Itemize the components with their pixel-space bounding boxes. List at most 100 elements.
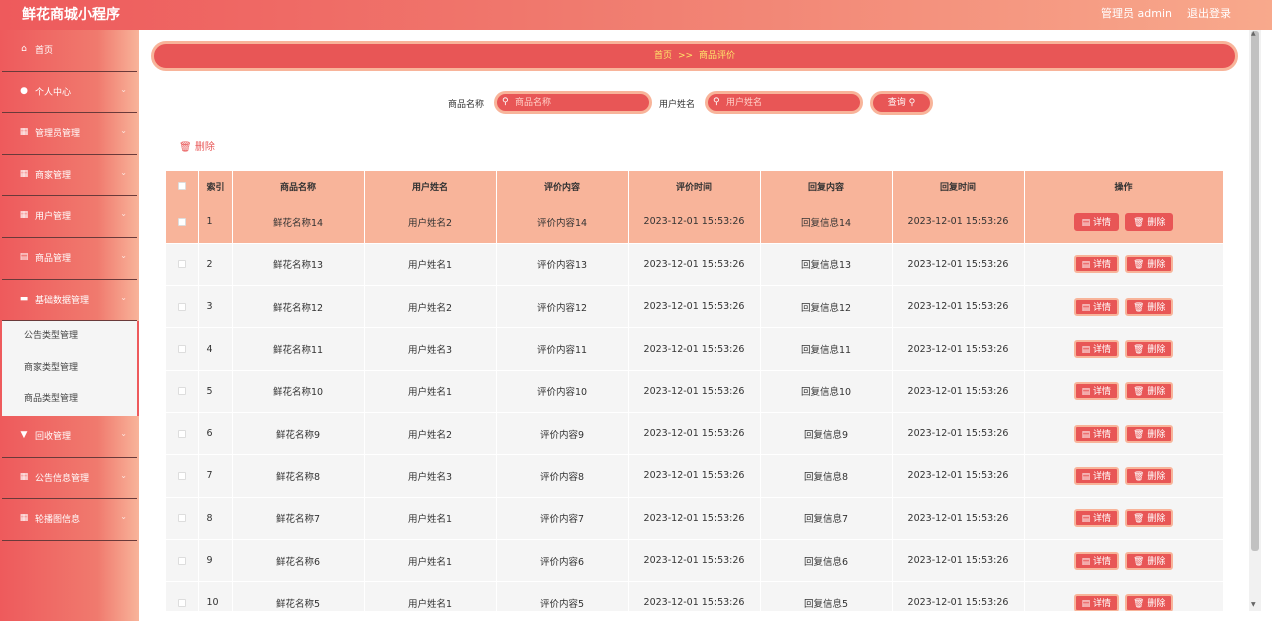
row-checkbox[interactable] bbox=[177, 302, 186, 311]
detail-button[interactable]: ▤ 详情 bbox=[1073, 551, 1120, 570]
sidebar-item-6[interactable]: ▬ 基础数据管理 ⌄ bbox=[2, 280, 137, 322]
app-title: 鲜花商城小程序 bbox=[22, 7, 120, 23]
cell-user: 用户姓名1 bbox=[364, 581, 497, 611]
cell-goods: 鲜花名称10 bbox=[232, 370, 365, 413]
sidebar-item-2[interactable]: ▦ 管理员管理 ⌄ bbox=[2, 113, 137, 155]
query-button[interactable]: 查询 ⚲ bbox=[870, 91, 933, 115]
row-actions: ▤ 详情 🗑 删除 bbox=[1024, 539, 1223, 583]
delete-button[interactable]: 🗑 删除 bbox=[1125, 509, 1174, 528]
delete-button[interactable]: 🗑 删除 bbox=[1125, 593, 1174, 611]
submenu-item[interactable]: 公告类型管理 bbox=[2, 321, 137, 353]
delete-button[interactable]: 🗑 删除 bbox=[1125, 255, 1174, 274]
detail-button[interactable]: ▤ 详情 bbox=[1073, 509, 1120, 528]
cell-reply-time: 2023-12-01 15:53:26 bbox=[892, 327, 1025, 371]
delete-button[interactable]: 🗑 删除 bbox=[1125, 466, 1174, 485]
row-checkbox[interactable] bbox=[177, 514, 186, 523]
submenu-item[interactable]: 商家类型管理 bbox=[2, 353, 137, 385]
delete-button[interactable]: 🗑 删除 bbox=[1125, 382, 1174, 401]
user-name-input[interactable] bbox=[726, 96, 846, 110]
cell-time: 2023-12-01 15:53:26 bbox=[628, 285, 761, 329]
row-actions: ▤ 详情 🗑 删除 bbox=[1024, 201, 1223, 244]
cell-reply-time: 2023-12-01 15:53:26 bbox=[892, 243, 1025, 287]
cell-reply: 回复信息14 bbox=[760, 201, 893, 244]
search-bar: 商品名称 ⚲ 用户姓名 ⚲ 查询 ⚲ bbox=[0, 91, 1249, 115]
cell-user: 用户姓名3 bbox=[364, 327, 497, 371]
sidebar-item-4[interactable]: ▦ 用户管理 ⌄ bbox=[2, 196, 137, 238]
cell-time: 2023-12-01 15:53:26 bbox=[628, 497, 761, 540]
scrollbar-thumb[interactable] bbox=[1251, 31, 1259, 551]
grid-icon: ▦ bbox=[19, 127, 29, 138]
column-header: 商品名称 bbox=[232, 171, 365, 201]
goods-name-search-field[interactable]: ⚲ bbox=[494, 91, 652, 114]
goods-name-input[interactable] bbox=[515, 96, 635, 110]
row-checkbox[interactable] bbox=[177, 556, 186, 565]
select-all-checkbox[interactable] bbox=[177, 181, 186, 190]
cell-goods: 鲜花名称6 bbox=[232, 539, 365, 583]
detail-button[interactable]: ▤ 详情 bbox=[1073, 255, 1120, 274]
table-row[interactable]: 6 鲜花名称9 用户姓名2 评价内容9 2023-12-01 15:53:26 回复信息9… bbox=[166, 412, 1223, 456]
sidebar-item-9[interactable]: ▦ 轮播图信息 ⌄ bbox=[2, 499, 137, 541]
cell-content: 评价内容13 bbox=[496, 243, 629, 287]
chevron-down-icon: ⌄ bbox=[120, 470, 127, 480]
breadcrumb-current: 商品评价 bbox=[699, 51, 736, 61]
sidebar-item-0[interactable]: ⌂ 首页 bbox=[2, 30, 137, 72]
cell-time: 2023-12-01 15:53:26 bbox=[628, 201, 761, 244]
table-row[interactable]: 9 鲜花名称6 用户姓名1 评价内容6 2023-12-01 15:53:26 回复信息6… bbox=[166, 539, 1223, 583]
detail-button[interactable]: ▤ 详情 bbox=[1073, 593, 1120, 611]
row-checkbox-cell bbox=[166, 454, 199, 498]
row-actions: ▤ 详情 🗑 删除 bbox=[1024, 243, 1223, 287]
row-checkbox[interactable] bbox=[177, 217, 186, 226]
delete-button[interactable]: 🗑 删除 bbox=[1125, 297, 1174, 316]
table-row[interactable]: 7 鲜花名称8 用户姓名3 评价内容8 2023-12-01 15:53:26 回复信息8… bbox=[166, 454, 1223, 498]
row-actions: ▤ 详情 🗑 删除 bbox=[1024, 581, 1223, 611]
row-checkbox[interactable] bbox=[177, 598, 186, 607]
delete-button[interactable]: 🗑 删除 bbox=[1125, 212, 1174, 231]
table-row[interactable]: 10 鲜花名称5 用户姓名1 评价内容5 2023-12-01 15:53:26 回复信息… bbox=[166, 581, 1223, 611]
submenu-item[interactable]: 商品类型管理 bbox=[2, 384, 137, 416]
logout-link[interactable]: 退出登录 bbox=[1187, 5, 1231, 21]
breadcrumb-home[interactable]: 首页 bbox=[654, 51, 672, 61]
cell-reply: 回复信息5 bbox=[760, 581, 893, 611]
delete-button[interactable]: 🗑 删除 bbox=[1125, 340, 1174, 359]
cell-time: 2023-12-01 15:53:26 bbox=[628, 539, 761, 583]
table-row[interactable]: 4 鲜花名称11 用户姓名3 评价内容11 2023-12-01 15:53:26 回复信… bbox=[166, 327, 1223, 371]
sidebar-item-label: 管理员管理 bbox=[35, 129, 81, 140]
chevron-down-icon: ⌄ bbox=[120, 167, 127, 177]
sidebar-item-8[interactable]: ▦ 公告信息管理 ⌄ bbox=[2, 458, 137, 500]
detail-button[interactable]: ▤ 详情 bbox=[1073, 297, 1120, 316]
detail-button[interactable]: ▤ 详情 bbox=[1073, 212, 1120, 231]
row-checkbox[interactable] bbox=[177, 471, 186, 480]
user-name-search-field[interactable]: ⚲ bbox=[705, 91, 863, 114]
row-checkbox[interactable] bbox=[177, 429, 186, 438]
table-row[interactable]: 5 鲜花名称10 用户姓名1 评价内容10 2023-12-01 15:53:26 回复信… bbox=[166, 370, 1223, 413]
bulk-delete-label: 删除 bbox=[194, 142, 215, 153]
detail-button[interactable]: ▤ 详情 bbox=[1073, 424, 1120, 443]
detail-button[interactable]: ▤ 详情 bbox=[1073, 340, 1120, 359]
row-checkbox[interactable] bbox=[177, 345, 186, 354]
row-index: 4 bbox=[198, 327, 233, 371]
row-checkbox-cell bbox=[166, 370, 199, 413]
table-row[interactable]: 3 鲜花名称12 用户姓名2 评价内容12 2023-12-01 15:53:26 回复信… bbox=[166, 285, 1223, 329]
row-checkbox[interactable] bbox=[177, 260, 186, 269]
row-index: 3 bbox=[198, 285, 233, 329]
column-header: 评价时间 bbox=[628, 171, 761, 201]
cell-user: 用户姓名1 bbox=[364, 539, 497, 583]
scroll-up-arrow-icon[interactable]: ▲ bbox=[1251, 30, 1256, 37]
cell-reply-time: 2023-12-01 15:53:26 bbox=[892, 412, 1025, 456]
delete-button[interactable]: 🗑 删除 bbox=[1125, 551, 1174, 570]
table-row[interactable]: 8 鲜花名称7 用户姓名1 评价内容7 2023-12-01 15:53:26 回复信息7… bbox=[166, 497, 1223, 540]
table-row[interactable]: 1 鲜花名称14 用户姓名2 评价内容14 2023-12-01 15:53:26 回复信… bbox=[166, 201, 1223, 244]
row-actions: ▤ 详情 🗑 删除 bbox=[1024, 497, 1223, 540]
bulk-delete-button[interactable]: 🗑 删除 bbox=[179, 138, 215, 153]
detail-button[interactable]: ▤ 详情 bbox=[1073, 466, 1120, 485]
table-row[interactable]: 2 鲜花名称13 用户姓名1 评价内容13 2023-12-01 15:53:26 回复信… bbox=[166, 243, 1223, 287]
detail-button[interactable]: ▤ 详情 bbox=[1073, 382, 1120, 401]
table-header-row: 索引 商品名称 用户姓名 评价内容 评价时间 回复内容 回复时间 操作 bbox=[166, 171, 1223, 201]
row-checkbox[interactable] bbox=[177, 387, 186, 396]
cell-reply: 回复信息6 bbox=[760, 539, 893, 583]
sidebar-item-7[interactable]: ▼ 回收管理 ⌄ bbox=[2, 416, 137, 458]
sidebar-item-3[interactable]: ▦ 商家管理 ⌄ bbox=[2, 155, 137, 197]
delete-button[interactable]: 🗑 删除 bbox=[1125, 424, 1174, 443]
scroll-down-arrow-icon[interactable]: ▼ bbox=[1251, 601, 1256, 608]
sidebar-item-5[interactable]: ▤ 商品管理 ⌄ bbox=[2, 238, 137, 280]
